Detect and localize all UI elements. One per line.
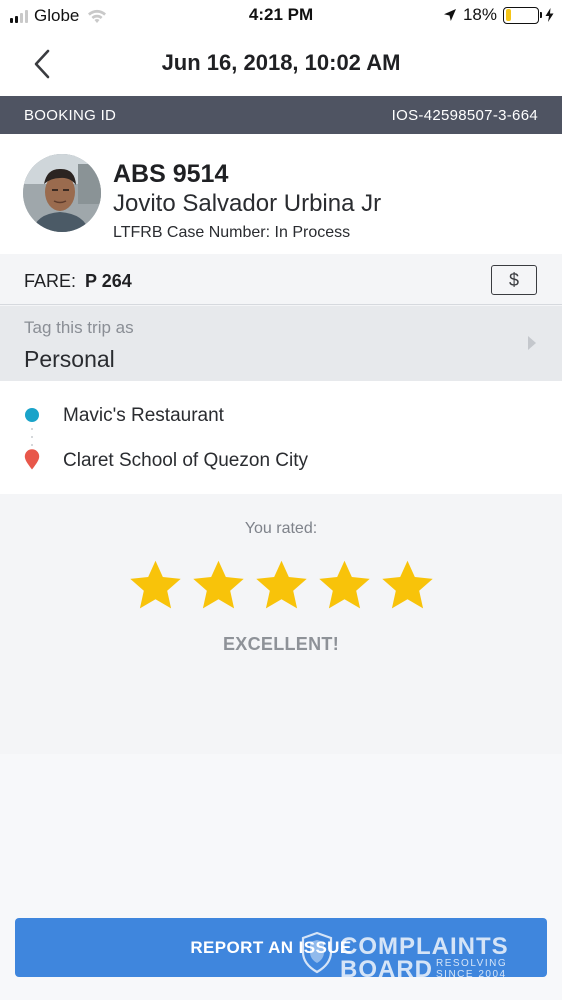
case-number: LTFRB Case Number: In Process: [113, 224, 351, 241]
driver-card: ABS 9514 Jovito Salvador Urbina Jr LTFRB…: [0, 134, 562, 254]
battery-level-fill: [505, 9, 512, 21]
dropoff-pin-icon: [24, 449, 40, 470]
fare-row: FARE: P 264 $: [0, 254, 562, 305]
star-rating: [0, 558, 562, 613]
booking-id-label: BOOKING ID: [24, 106, 117, 124]
route-connector: [31, 428, 33, 446]
booking-id-bar: BOOKING ID IOS-42598507-3-664: [0, 96, 562, 134]
location-arrow-icon: [443, 9, 456, 21]
pickup-dot-icon: [25, 408, 39, 422]
fare-text: FARE: P 264: [24, 271, 132, 292]
star-icon[interactable]: [317, 558, 372, 613]
fare-value: P 264: [85, 271, 132, 291]
route-section: Mavic's Restaurant Claret School of Quez…: [0, 381, 562, 494]
plate-number: ABS 9514: [113, 160, 229, 188]
rated-label: You rated:: [244, 520, 318, 537]
dollar-sign-glyph: $: [508, 269, 519, 290]
battery-percent: 18%: [462, 5, 497, 24]
report-issue-button[interactable]: REPORT AN ISSUE: [15, 918, 547, 977]
dropoff-location: Claret School of Quezon City: [63, 450, 309, 471]
driver-name: Jovito Salvador Urbina Jr: [113, 190, 382, 217]
star-icon[interactable]: [191, 558, 246, 613]
status-bar: Globe 4:21 PM 18%: [0, 0, 562, 32]
avatar: [23, 154, 101, 232]
pickup-location: Mavic's Restaurant: [63, 405, 224, 426]
battery-icon: [503, 6, 542, 24]
fare-label: FARE:: [24, 271, 77, 291]
tag-label: Tag this trip as: [24, 318, 134, 337]
page-title: Jun 16, 2018, 10:02 AM: [161, 50, 401, 75]
booking-id-value: IOS-42598507-3-664: [391, 106, 538, 124]
rating-text: EXCELLENT!: [222, 634, 339, 654]
star-icon[interactable]: [128, 558, 183, 613]
star-icon[interactable]: [254, 558, 309, 613]
star-icon[interactable]: [380, 558, 435, 613]
charging-bolt-icon: [545, 8, 554, 22]
status-bar-right: 18%: [443, 5, 554, 25]
tag-trip-selector[interactable]: Tag this trip as Personal: [0, 306, 562, 381]
cash-payment-icon[interactable]: $: [491, 265, 537, 295]
driver-photo: [23, 154, 101, 232]
report-issue-label: REPORT AN ISSUE: [190, 937, 352, 957]
tag-value: Personal: [24, 346, 115, 372]
header: Jun 16, 2018, 10:02 AM: [0, 32, 562, 96]
rating-section: You rated: EXCELLENT!: [0, 494, 562, 754]
chevron-right-icon: [528, 336, 536, 350]
